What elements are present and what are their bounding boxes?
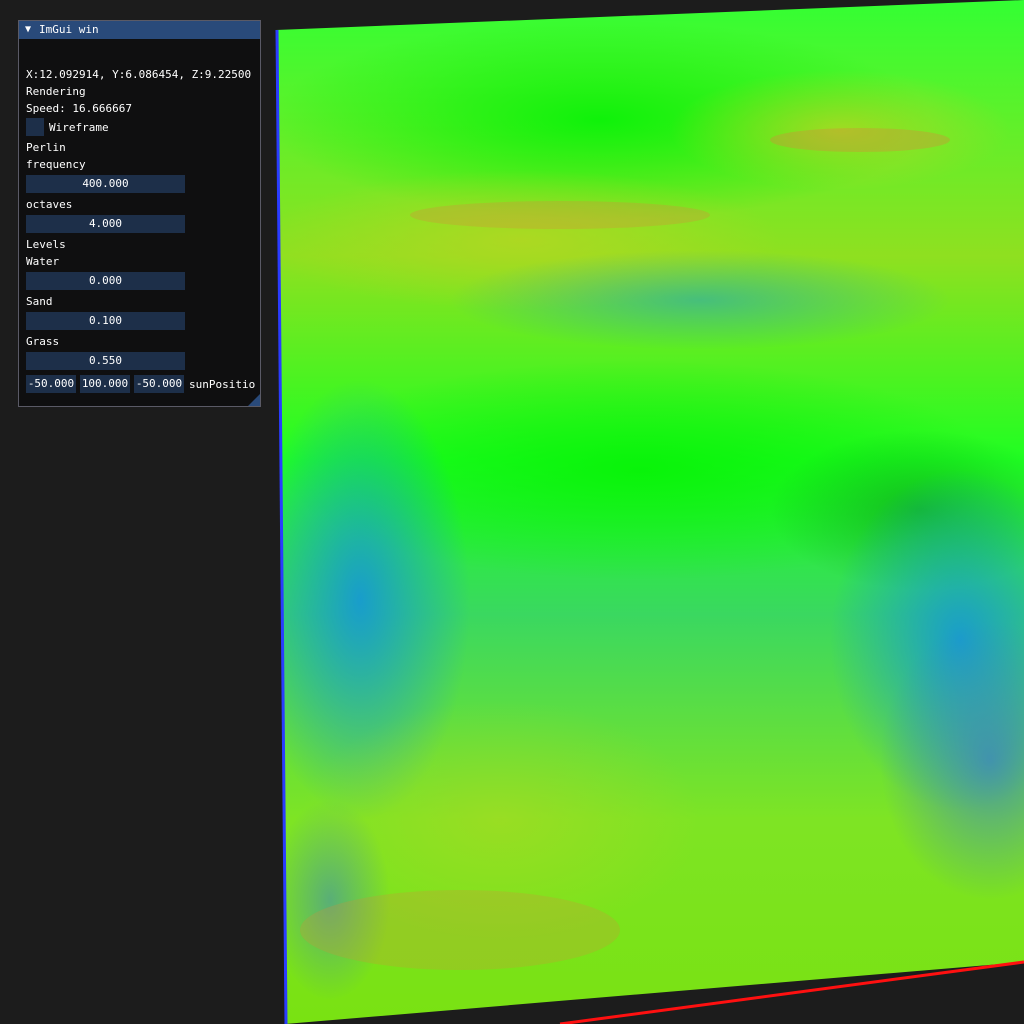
triangle-down-icon[interactable]: ▼ <box>25 21 31 39</box>
wireframe-label: Wireframe <box>49 121 109 134</box>
perlin-section-label: Perlin <box>26 141 66 154</box>
levels-section-label: Levels <box>26 238 66 251</box>
octaves-label: octaves <box>26 198 73 211</box>
water-input[interactable]: 0.000 <box>26 272 185 290</box>
sun-position-z-input[interactable]: -50.000 <box>134 375 184 393</box>
camera-position-text: X:12.092914, Y:6.086454, Z:9.22500 <box>26 68 252 81</box>
grass-label: Grass <box>26 335 60 348</box>
wireframe-checkbox[interactable] <box>26 118 44 136</box>
frequency-label: frequency <box>26 158 86 171</box>
window-title-bar[interactable]: ▼ ImGui win <box>19 21 260 39</box>
speed-text: Speed: 16.666667 <box>26 102 132 115</box>
grass-input[interactable]: 0.550 <box>26 352 185 370</box>
rendering-label: Rendering <box>26 85 86 98</box>
sun-position-label: sunPositio <box>189 378 256 391</box>
sand-input[interactable]: 0.100 <box>26 312 185 330</box>
window-title: ImGui win <box>39 23 99 36</box>
sun-position-y-input[interactable]: 100.000 <box>80 375 130 393</box>
sun-position-x-input[interactable]: -50.000 <box>26 375 76 393</box>
resize-grip-icon[interactable] <box>248 394 260 406</box>
water-label: Water <box>26 255 60 268</box>
octaves-input[interactable]: 4.000 <box>26 215 185 233</box>
imgui-window: ▼ ImGui win X:12.092914, Y:6.086454, Z:9… <box>18 20 261 407</box>
sand-label: Sand <box>26 295 53 308</box>
terrain-surface <box>276 0 1024 1024</box>
frequency-input[interactable]: 400.000 <box>26 175 185 193</box>
